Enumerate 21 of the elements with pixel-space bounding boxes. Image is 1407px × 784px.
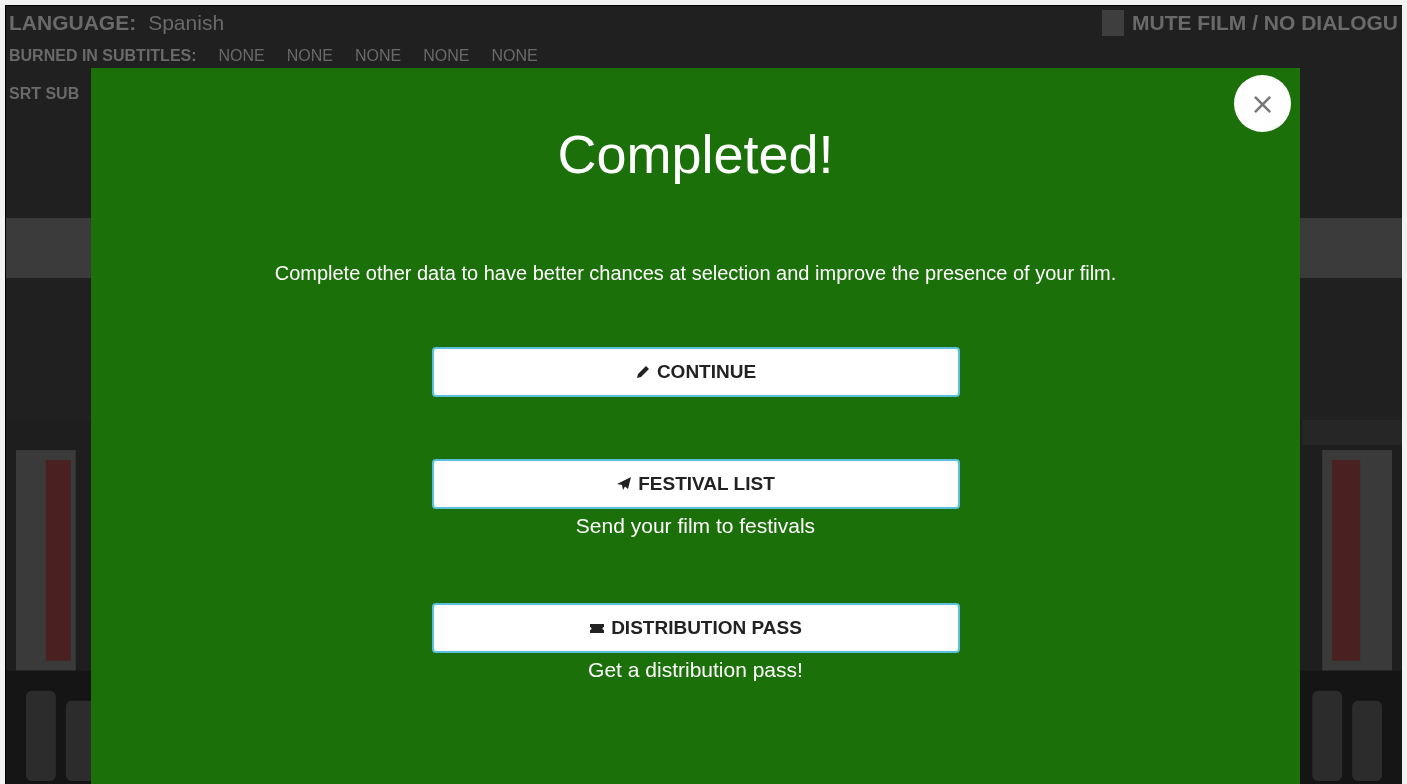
action-button[interactable]: FESTIVAL LIST bbox=[431, 459, 960, 509]
subtitle-value: NONE bbox=[491, 47, 538, 65]
action-button[interactable]: CONTINUE bbox=[431, 347, 960, 397]
dialog-title: Completed! bbox=[557, 123, 834, 186]
pencil-icon bbox=[634, 364, 651, 380]
action-button[interactable]: DISTRIBUTION PASS bbox=[431, 603, 960, 653]
subtitle-value: NONE bbox=[286, 47, 334, 65]
paper-plane-icon bbox=[616, 476, 633, 492]
subtitle-value: NONE bbox=[218, 47, 265, 65]
subtitle-value: NONE bbox=[423, 47, 470, 65]
field-label: SRT SUB bbox=[9, 85, 80, 103]
field-value: Spanish bbox=[148, 11, 225, 35]
message-text: Complete other data to have better chances at selection and improve the presence of your film. bbox=[273, 261, 1118, 286]
checkbox-label: MUTE FILM / NO DIALOGU bbox=[1132, 11, 1398, 35]
close-button[interactable]: × bbox=[1234, 75, 1291, 132]
field-label: LANGUAGE: bbox=[9, 11, 137, 35]
field-label: BURNED IN SUBTITLES: bbox=[9, 47, 197, 65]
action-description: Send your film to festivals bbox=[575, 513, 816, 539]
subtitle-value: NONE bbox=[355, 47, 402, 65]
checkbox[interactable] bbox=[1102, 10, 1124, 36]
action-description: Get a distribution pass! bbox=[588, 657, 803, 683]
